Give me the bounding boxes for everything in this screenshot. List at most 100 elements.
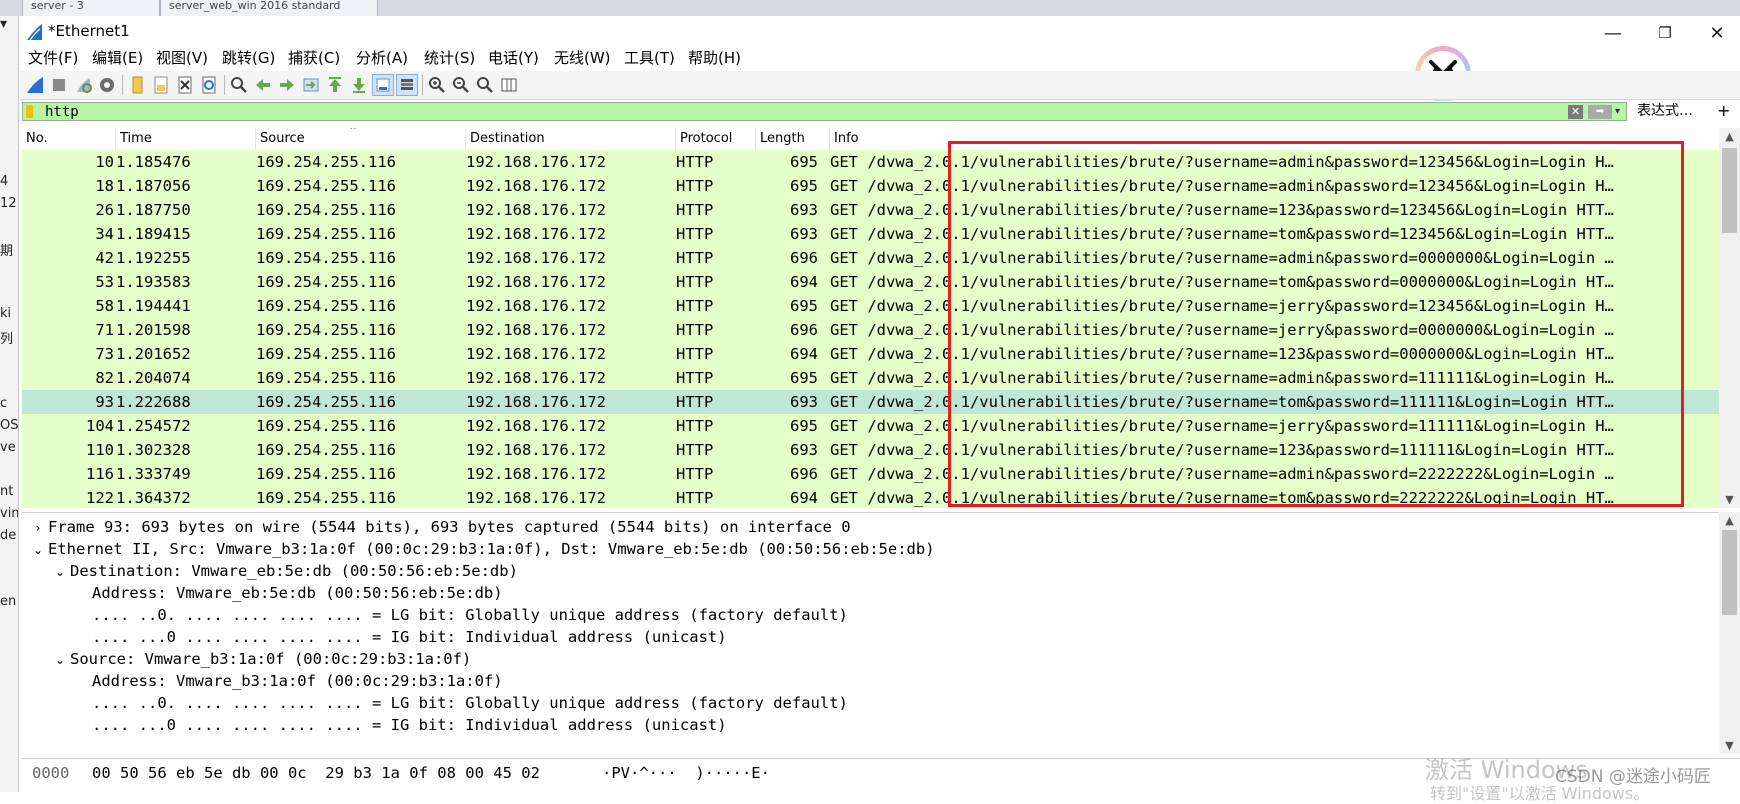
cell-no: 93 [95,393,114,411]
cell-length: 695 [790,369,818,387]
go-forward-icon[interactable] [276,74,298,96]
vm-tab-server-web[interactable]: server_web_win 2016 standard [160,0,378,16]
zoom-out-icon[interactable] [450,74,472,96]
column-header-destination[interactable]: Destination [466,128,676,150]
display-filter-bar: http ✕ ➡ ▾ 表达式… + [22,101,1740,123]
cell-protocol: HTTP [676,417,714,435]
go-back-icon[interactable] [252,74,274,96]
cell-protocol: HTTP [676,369,714,387]
cell-destination: 192.168.176.172 [466,321,606,339]
go-first-icon[interactable] [324,74,346,96]
cell-source: 169.254.255.116 [256,201,396,219]
colorize-icon[interactable] [396,74,418,96]
find-packet-icon[interactable] [228,74,250,96]
menu-help[interactable]: 帮助(H) [688,47,741,69]
filter-text[interactable]: http [45,103,79,121]
detail-frame[interactable]: › Frame 93: 693 bytes on wire (5544 bits)… [28,515,851,539]
close-file-icon[interactable] [174,74,196,96]
shark-fin-start-icon[interactable] [24,74,46,96]
expression-button[interactable]: 表达式… [1637,101,1693,121]
menu-file[interactable]: 文件(F) [28,47,78,69]
autoscroll-icon[interactable] [372,74,394,96]
restart-capture-icon[interactable] [72,74,94,96]
scroll-up-icon[interactable]: ▲ [1719,130,1740,143]
cell-length: 694 [790,345,818,363]
vm-tab-strip: server - 3 server_web_win 2016 standard [0,0,1740,16]
cell-destination: 192.168.176.172 [466,489,606,507]
capture-options-gear-icon[interactable] [96,74,118,96]
edge-text: de [0,528,17,543]
cell-protocol: HTTP [676,225,714,243]
zoom-in-icon[interactable] [426,74,448,96]
scroll-down-icon[interactable]: ▼ [1719,739,1740,752]
detail-dst-lg-bit[interactable]: .... ..0. .... .... .... .... = LG bit: … [92,603,848,627]
close-button[interactable]: ✕ [1694,20,1740,46]
detail-destination[interactable]: ⌄ Destination: Vmware_eb:5e:db (00:50:56:… [50,559,518,583]
packet-list-scrollbar[interactable]: ▲ ▼ [1719,128,1740,508]
add-filter-button[interactable]: + [1717,101,1730,121]
cell-length: 696 [790,249,818,267]
cell-length: 693 [790,225,818,243]
menu-wireless[interactable]: 无线(W) [554,47,611,69]
display-filter-input[interactable]: http ✕ ➡ ▾ [22,102,1627,121]
bytes-hex[interactable]: 00 50 56 eb 5e db 00 0c 29 b3 1a 0f 08 0… [92,764,540,782]
edge-text: 12 [0,196,17,211]
reload-file-icon[interactable] [198,74,220,96]
cell-protocol: HTTP [676,441,714,459]
scroll-down-icon[interactable]: ▼ [1719,493,1740,506]
vm-tab-server[interactable]: server - 3 [22,0,160,16]
detail-src-lg-bit[interactable]: .... ..0. .... .... .... .... = LG bit: … [92,691,848,715]
menu-analyze[interactable]: 分析(A) [356,47,408,69]
menu-capture[interactable]: 捕获(C) [288,47,340,69]
vm-tab-label: server - 3 [31,0,84,12]
window-title: *Ethernet1 [48,22,130,40]
menu-edit[interactable]: 编辑(E) [92,47,143,69]
filter-history-dropdown[interactable]: ▾ [1615,103,1620,121]
edge-text: nt [0,484,14,499]
bytes-ascii[interactable]: ·PV·^··· )·····E· [602,764,770,782]
column-label: Protocol [680,131,733,146]
detail-ethernet[interactable]: ⌄ Ethernet II, Src: Vmware_b3:1a:0f (00:0… [28,537,935,561]
bookmark-icon[interactable] [26,105,33,118]
menu-telephony[interactable]: 电话(Y) [488,47,539,69]
cell-time: 1.201598 [116,321,191,339]
column-label: Source [260,131,305,146]
zoom-normal-icon[interactable] [474,74,496,96]
detail-dst-ig-bit[interactable]: .... ...0 .... .... .... .... = IG bit: … [92,625,727,649]
scroll-thumb[interactable] [1722,530,1737,615]
edge-text: vin [0,506,19,521]
column-header-source[interactable]: Source ⌃ [256,128,466,150]
detail-src-address[interactable]: Address: Vmware_b3:1a:0f (00:0c:29:b3:1a… [92,669,503,693]
apply-filter-button[interactable]: ➡ [1588,105,1612,119]
menu-tools[interactable]: 工具(T) [624,47,675,69]
column-header-no[interactable]: No. [22,128,116,150]
collapse-arrow-icon[interactable]: ⌄ [50,560,70,584]
column-header-protocol[interactable]: Protocol [676,128,756,150]
minimize-button[interactable]: — [1590,20,1636,46]
menu-statistics[interactable]: 统计(S) [424,47,475,69]
collapse-arrow-icon[interactable]: ⌄ [50,648,70,672]
detail-source[interactable]: ⌄ Source: Vmware_b3:1a:0f (00:0c:29:b3:1a… [50,647,471,671]
go-last-icon[interactable] [348,74,370,96]
scroll-thumb[interactable] [1722,148,1737,233]
resize-columns-icon[interactable] [498,74,520,96]
go-to-packet-icon[interactable] [300,74,322,96]
scroll-up-icon[interactable]: ▲ [1719,514,1740,527]
restore-button[interactable]: ❐ [1642,20,1688,46]
cell-protocol: HTTP [676,393,714,411]
detail-dst-address[interactable]: Address: Vmware_eb:5e:db (00:50:56:eb:5e… [92,581,503,605]
cell-no: 58 [95,297,114,315]
open-file-icon[interactable] [126,74,148,96]
details-scrollbar[interactable]: ▲ ▼ [1719,512,1740,754]
cell-no: 122 [86,489,114,507]
menu-go[interactable]: 跳转(G) [222,47,275,69]
stop-square-icon[interactable] [48,74,70,96]
detail-src-ig-bit[interactable]: .... ...0 .... .... .... .... = IG bit: … [92,713,727,737]
save-file-icon[interactable] [150,74,172,96]
menu-view[interactable]: 视图(V) [156,47,208,69]
clear-filter-button[interactable]: ✕ [1568,105,1583,119]
collapse-arrow-icon[interactable]: ⌄ [28,538,48,562]
column-header-time[interactable]: Time [116,128,256,150]
cell-time: 1.333749 [116,465,191,483]
column-header-length[interactable]: Length [756,128,830,150]
